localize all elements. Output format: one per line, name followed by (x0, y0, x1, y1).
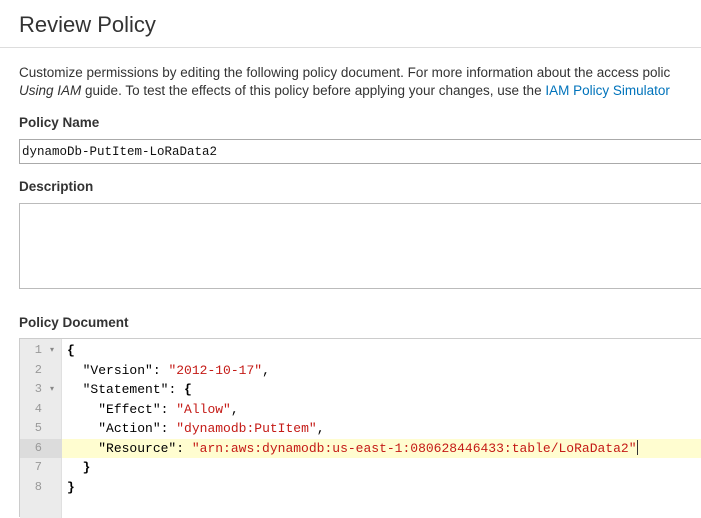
line-number-4: 4 (34, 401, 42, 416)
intro-text: Customize permissions by editing the fol… (19, 64, 701, 100)
policy-document-label: Policy Document (19, 315, 129, 330)
line-number-1: 1 ▾ (20, 341, 62, 361)
code-line-7: 7 } (20, 458, 701, 478)
code-line-5: 5 "Action": "dynamodb:PutItem", (20, 419, 701, 439)
code-line-1: 1 ▾ { (20, 341, 701, 361)
policy-document-editor[interactable]: 1 ▾ { 2 "Version": "2012-10-17", 3 ▾ "Stat… (19, 338, 701, 518)
line-number-5: 5 (34, 421, 42, 435)
iam-policy-simulator-link[interactable]: IAM Policy Simulator (545, 83, 670, 98)
intro-line-2: Using IAM guide. To test the effects of … (19, 82, 701, 100)
code-line-8: 8 } (20, 478, 701, 498)
line-number-7: 7 (34, 460, 42, 474)
line-number-3: 3 ▾ (20, 380, 62, 400)
code-line-4: 4 "Effect": "Allow", (20, 400, 701, 420)
line-number-8: 8 (34, 479, 42, 494)
text-cursor (636, 439, 638, 455)
description-textarea[interactable] (19, 203, 701, 289)
intro-line-2-text: guide. To test the effects of this polic… (81, 83, 546, 98)
using-iam-guide-text: Using IAM (19, 83, 82, 98)
policy-name-input[interactable] (19, 139, 701, 164)
code-line-6: 6 "Resource": "arn:aws:dynamodb:us-east-… (20, 438, 701, 458)
description-label: Description (19, 179, 94, 194)
page-title: Review Policy (19, 12, 156, 37)
fold-icon[interactable]: ▾ (50, 380, 54, 400)
line-number-2: 2 (34, 362, 42, 377)
code-line-2: 2 "Version": "2012-10-17", (20, 361, 701, 381)
policy-name-label: Policy Name (19, 115, 100, 130)
line-number-6: 6 (20, 438, 62, 458)
fold-icon[interactable]: ▾ (50, 341, 54, 361)
intro-line-1: Customize permissions by editing the fol… (19, 65, 671, 80)
page-header: Review Policy (0, 0, 701, 48)
code-line-3: 3 ▾ "Statement": { (20, 380, 701, 400)
